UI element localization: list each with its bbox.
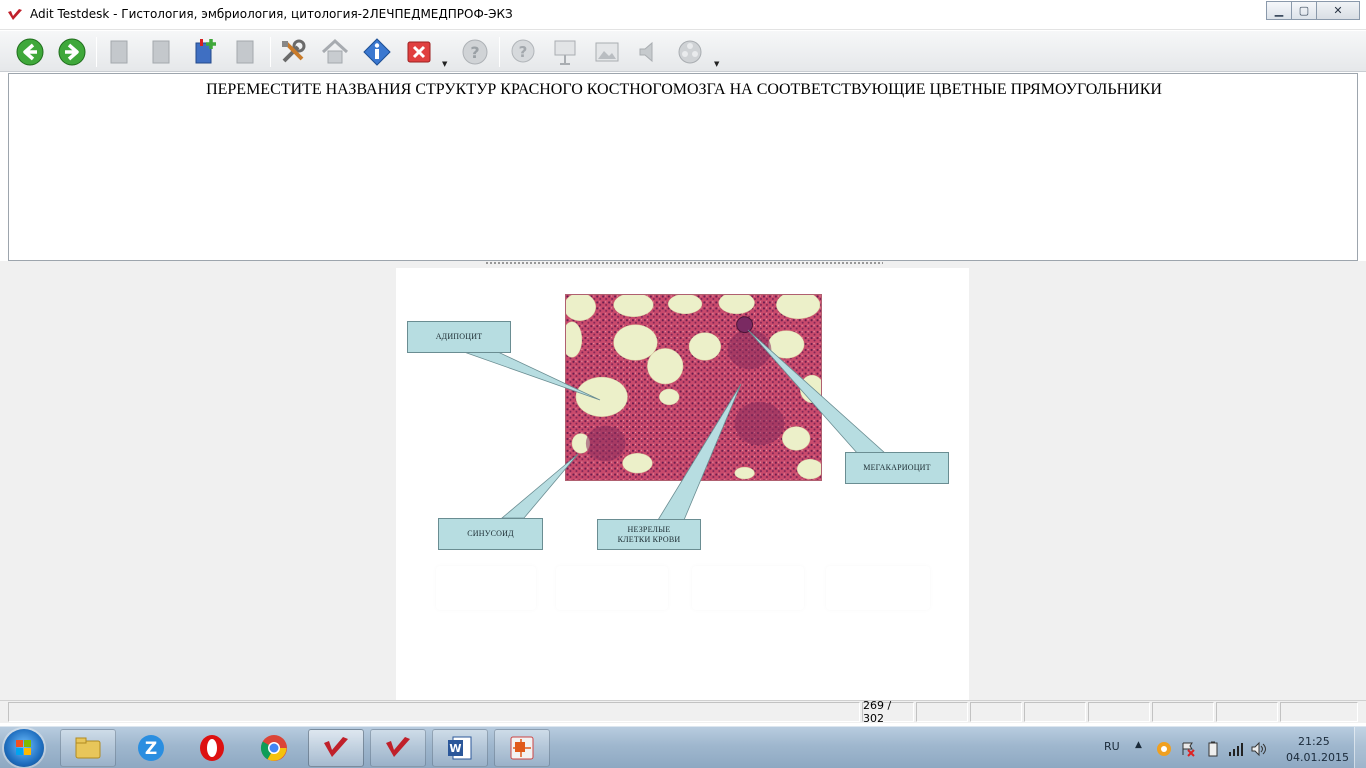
sound-icon: [639, 41, 653, 63]
page-button-3[interactable]: [228, 35, 262, 69]
volume-icon[interactable]: [1251, 741, 1267, 757]
page-button-1[interactable]: [102, 35, 136, 69]
svg-text:Z: Z: [145, 739, 157, 759]
language-indicator[interactable]: RU: [1104, 740, 1120, 753]
hint-button[interactable]: ?: [506, 35, 540, 69]
image-button[interactable]: [590, 35, 624, 69]
toolbar: ▼ ? ? ▼: [0, 31, 1366, 72]
close-window-button[interactable]: ✕: [1316, 1, 1360, 20]
show-desktop-button[interactable]: [1354, 727, 1366, 768]
back-icon: [16, 38, 44, 66]
drop-target-4[interactable]: [826, 566, 930, 610]
label-megakaryocyte[interactable]: МЕГАКАРИОЦИТ: [845, 452, 949, 484]
home-icon: [321, 38, 349, 64]
windows-logo-icon: [16, 740, 31, 755]
status-message: [8, 702, 860, 722]
battery-icon[interactable]: [1205, 741, 1221, 757]
status-cell: [970, 702, 1022, 722]
presentation-app-icon: [510, 736, 534, 760]
info-icon: [363, 38, 391, 66]
z-app-icon: Z: [138, 735, 164, 761]
status-bar: 269 / 302: [0, 699, 1366, 725]
dropdown-arrow-icon[interactable]: ▼: [714, 60, 719, 68]
page-button-2[interactable]: [144, 35, 178, 69]
app-icon: [8, 9, 22, 20]
adit-icon: [386, 737, 410, 757]
add-page-icon: [195, 39, 216, 64]
back-button[interactable]: [13, 35, 47, 69]
home-button[interactable]: [318, 35, 352, 69]
svg-text:?: ?: [519, 43, 528, 61]
word-icon: W: [448, 736, 472, 760]
dropdown-arrow-icon[interactable]: ▼: [442, 60, 447, 68]
forward-icon: [58, 38, 86, 66]
status-cell: [1088, 702, 1150, 722]
taskbar-adit-testdesk-1[interactable]: [308, 729, 364, 767]
presentation-icon: [554, 40, 576, 65]
close-test-button[interactable]: [402, 35, 436, 69]
presentation-button[interactable]: [548, 35, 582, 69]
clock-time[interactable]: 21:25: [1298, 735, 1330, 748]
clock-date[interactable]: 04.01.2015: [1286, 751, 1349, 764]
question-text: ПЕРЕМЕСТИТЕ НАЗВАНИЯ СТРУКТУР КРАСНОГО К…: [206, 81, 1162, 98]
label-sinusoid[interactable]: СИНУСОИД: [438, 518, 543, 550]
taskbar: Z W RU ▲ 21:25 04.01.2015: [0, 726, 1366, 768]
taskbar-zoom-z[interactable]: Z: [123, 729, 179, 767]
tray-app-icon[interactable]: [1156, 741, 1172, 757]
chrome-icon: [260, 735, 287, 761]
page-icon: [236, 40, 254, 64]
title-bar: Adit Testdesk - Гистология, эмбриология,…: [0, 0, 1366, 30]
tools-icon: [282, 39, 306, 63]
taskbar-opera[interactable]: [184, 729, 240, 767]
taskbar-adit-testdesk-2[interactable]: [370, 729, 426, 767]
opera-icon: [200, 735, 224, 761]
taskbar-chrome[interactable]: [246, 729, 302, 767]
close-icon: [407, 41, 431, 63]
hint-icon: ?: [511, 39, 535, 63]
start-button[interactable]: [4, 729, 44, 767]
label-adipocyte[interactable]: АДИПОЦИТ: [407, 321, 511, 353]
page-icon: [110, 40, 128, 64]
status-cell: [1280, 702, 1358, 722]
taskbar-presentation[interactable]: [494, 729, 550, 767]
drop-target-1[interactable]: [436, 566, 536, 610]
video-icon: [678, 40, 702, 64]
status-cell: [1152, 702, 1214, 722]
network-signal-icon[interactable]: [1228, 741, 1244, 757]
image-icon: [595, 42, 619, 62]
label-immature-blood-cells[interactable]: НЕЗРЕЛЫЕ КЛЕТКИ КРОВИ: [597, 519, 701, 550]
taskbar-word[interactable]: W: [432, 729, 488, 767]
drop-target-3[interactable]: [692, 566, 804, 610]
action-center-icon[interactable]: [1180, 741, 1196, 757]
maximize-button[interactable]: ▢: [1291, 1, 1317, 20]
status-cell: [916, 702, 968, 722]
help-button[interactable]: ?: [458, 35, 492, 69]
tray-expand-icon[interactable]: ▲: [1135, 740, 1142, 750]
workspace: АДИПОЦИТ МЕГАКАРИОЦИТ СИНУСОИД НЕЗРЕЛЫЕ …: [0, 261, 1366, 700]
minimize-button[interactable]: ▁: [1266, 1, 1292, 20]
svg-text:?: ?: [470, 43, 479, 62]
video-button[interactable]: [674, 35, 708, 69]
svg-text:W: W: [449, 742, 461, 755]
forward-button[interactable]: [55, 35, 89, 69]
page-icon: [152, 40, 170, 64]
add-page-button[interactable]: [188, 35, 222, 69]
sound-button[interactable]: [632, 35, 666, 69]
info-button[interactable]: [360, 35, 394, 69]
help-icon: ?: [462, 39, 488, 65]
taskbar-explorer[interactable]: [60, 729, 116, 767]
window-title: Adit Testdesk - Гистология, эмбриология,…: [30, 7, 513, 21]
tools-button[interactable]: [276, 35, 310, 69]
label-immature-line-2: КЛЕТКИ КРОВИ: [617, 534, 681, 544]
adit-icon: [324, 737, 348, 757]
label-immature-line-1: НЕЗРЕЛЫЕ: [627, 524, 671, 534]
question-counter: 269 / 302: [862, 699, 914, 725]
drop-target-2[interactable]: [556, 566, 668, 610]
question-panel: ПЕРЕМЕСТИТЕ НАЗВАНИЯ СТРУКТУР КРАСНОГО К…: [8, 73, 1358, 261]
task-slide: АДИПОЦИТ МЕГАКАРИОЦИТ СИНУСОИД НЕЗРЕЛЫЕ …: [396, 268, 969, 700]
status-cell: [1216, 702, 1278, 722]
splitter-handle[interactable]: [485, 261, 883, 266]
status-cell: [1024, 702, 1086, 722]
folder-icon: [75, 737, 101, 759]
